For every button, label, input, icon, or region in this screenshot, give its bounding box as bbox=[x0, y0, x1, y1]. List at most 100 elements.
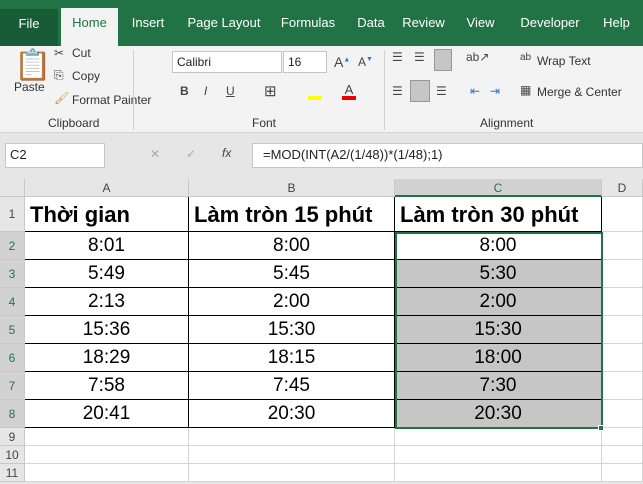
header-cell[interactable]: Làm tròn 15 phút bbox=[189, 197, 395, 232]
cell[interactable]: 5:49 bbox=[25, 260, 189, 288]
row-header-9[interactable]: 9 bbox=[0, 428, 25, 446]
tab-view[interactable]: View bbox=[455, 8, 506, 46]
formula-input[interactable]: =MOD(INT(A2/(1/48))*(1/48);1) bbox=[252, 143, 643, 168]
merge-center-button[interactable]: Merge & Center bbox=[537, 85, 622, 99]
row-header-2[interactable]: 2 bbox=[0, 232, 25, 260]
name-box[interactable]: C2 bbox=[5, 143, 105, 168]
font-name-select[interactable]: Calibri bbox=[172, 51, 282, 73]
cell[interactable] bbox=[602, 260, 643, 288]
cancel-icon[interactable]: ✕ bbox=[150, 147, 160, 161]
copy-button[interactable]: Copy bbox=[72, 69, 100, 83]
tab-home[interactable]: Home bbox=[61, 8, 118, 46]
bold-button[interactable]: B bbox=[180, 84, 189, 98]
cell[interactable] bbox=[395, 428, 602, 446]
cell[interactable] bbox=[602, 197, 643, 232]
fill-color-icon[interactable] bbox=[308, 82, 322, 100]
cell[interactable]: 15:30 bbox=[189, 316, 395, 344]
cell[interactable]: 5:45 bbox=[189, 260, 395, 288]
row-header-1[interactable]: 1 bbox=[0, 197, 25, 232]
tab-review[interactable]: Review bbox=[396, 8, 451, 46]
cell[interactable] bbox=[602, 316, 643, 344]
cell[interactable]: 8:00 bbox=[189, 232, 395, 260]
cell[interactable] bbox=[189, 464, 395, 482]
tab-developer[interactable]: Developer bbox=[510, 8, 590, 46]
ribbon-home: 📋 Paste ✂ Cut ⎘ Copy 🖌 Format Painter Cl… bbox=[0, 46, 643, 133]
copy-icon: ⎘ bbox=[54, 68, 64, 82]
cell[interactable] bbox=[189, 428, 395, 446]
column-header-D[interactable]: D bbox=[602, 179, 643, 197]
row-header-7[interactable]: 7 bbox=[0, 372, 25, 400]
merge-center-icon: ▦ bbox=[520, 83, 532, 97]
cell[interactable] bbox=[602, 428, 643, 446]
cell[interactable]: 20:41 bbox=[25, 400, 189, 428]
align-right-icon[interactable]: ☰ bbox=[436, 84, 447, 98]
orientation-icon[interactable]: ab↗ bbox=[466, 50, 489, 64]
row-header-6[interactable]: 6 bbox=[0, 344, 25, 372]
cell[interactable]: 18:29 bbox=[25, 344, 189, 372]
cell[interactable] bbox=[395, 446, 602, 464]
cell[interactable] bbox=[602, 372, 643, 400]
increase-font-icon[interactable]: A▲ bbox=[334, 54, 350, 70]
header-cell[interactable]: Thời gian bbox=[25, 197, 189, 232]
cell[interactable] bbox=[602, 344, 643, 372]
cell[interactable] bbox=[25, 428, 189, 446]
wrap-text-button[interactable]: Wrap Text bbox=[537, 54, 591, 68]
cell[interactable]: 7:45 bbox=[189, 372, 395, 400]
cell[interactable]: 2:13 bbox=[25, 288, 189, 316]
cell[interactable]: 15:36 bbox=[25, 316, 189, 344]
cell[interactable] bbox=[395, 464, 602, 482]
row-header-5[interactable]: 5 bbox=[0, 316, 25, 344]
row-header-11[interactable]: 11 bbox=[0, 464, 25, 482]
enter-icon[interactable]: ✓ bbox=[186, 147, 196, 161]
column-header-C[interactable]: C bbox=[395, 179, 602, 197]
cell[interactable] bbox=[602, 288, 643, 316]
format-painter-button[interactable]: Format Painter bbox=[72, 93, 151, 107]
tab-insert[interactable]: Insert bbox=[120, 8, 176, 46]
decrease-indent-icon[interactable]: ⇤ bbox=[470, 84, 480, 98]
increase-indent-icon[interactable]: ⇥ bbox=[490, 84, 500, 98]
divider bbox=[133, 50, 134, 130]
tab-formulas[interactable]: Formulas bbox=[271, 8, 345, 46]
cell[interactable] bbox=[189, 446, 395, 464]
align-bottom-icon[interactable] bbox=[434, 49, 452, 71]
tab-help[interactable]: Help bbox=[594, 8, 639, 46]
align-top-icon[interactable]: ☰ bbox=[392, 50, 403, 64]
cell[interactable] bbox=[602, 400, 643, 428]
cell[interactable]: 20:30 bbox=[189, 400, 395, 428]
row-header-10[interactable]: 10 bbox=[0, 446, 25, 464]
borders-icon[interactable]: ⊞ bbox=[264, 82, 277, 100]
header-cell[interactable]: Làm tròn 30 phút bbox=[395, 197, 602, 232]
select-all-button[interactable] bbox=[0, 179, 25, 197]
cell[interactable]: 2:00 bbox=[189, 288, 395, 316]
decrease-font-icon[interactable]: A▼ bbox=[358, 55, 373, 69]
cell[interactable]: 18:15 bbox=[189, 344, 395, 372]
cell[interactable] bbox=[25, 446, 189, 464]
cell[interactable] bbox=[602, 464, 643, 482]
fill-handle[interactable] bbox=[598, 425, 604, 431]
font-color-icon[interactable]: A bbox=[342, 82, 356, 100]
insert-function-icon[interactable]: fx bbox=[222, 146, 231, 160]
cell[interactable]: 8:01 bbox=[25, 232, 189, 260]
row-header-3[interactable]: 3 bbox=[0, 260, 25, 288]
paste-icon[interactable]: 📋 bbox=[14, 48, 51, 83]
tab-page-layout[interactable]: Page Layout bbox=[181, 8, 267, 46]
cut-icon: ✂ bbox=[54, 46, 65, 60]
font-size-select[interactable]: 16 bbox=[283, 51, 327, 73]
cell[interactable] bbox=[25, 464, 189, 482]
row-header-4[interactable]: 4 bbox=[0, 288, 25, 316]
align-middle-icon[interactable]: ☰ bbox=[414, 50, 425, 64]
underline-button[interactable]: U bbox=[226, 84, 235, 98]
row-header-8[interactable]: 8 bbox=[0, 400, 25, 428]
italic-button[interactable]: I bbox=[204, 84, 207, 98]
tab-file[interactable]: File bbox=[0, 9, 58, 47]
align-center-icon[interactable] bbox=[410, 80, 430, 102]
cell[interactable] bbox=[602, 232, 643, 260]
align-left-icon[interactable]: ☰ bbox=[392, 84, 403, 98]
cell[interactable] bbox=[602, 446, 643, 464]
cut-button[interactable]: Cut bbox=[72, 46, 91, 60]
column-header-A[interactable]: A bbox=[25, 179, 189, 197]
paste-button[interactable]: Paste bbox=[14, 80, 45, 94]
column-header-B[interactable]: B bbox=[189, 179, 395, 197]
tab-data[interactable]: Data bbox=[349, 8, 393, 46]
cell[interactable]: 7:58 bbox=[25, 372, 189, 400]
